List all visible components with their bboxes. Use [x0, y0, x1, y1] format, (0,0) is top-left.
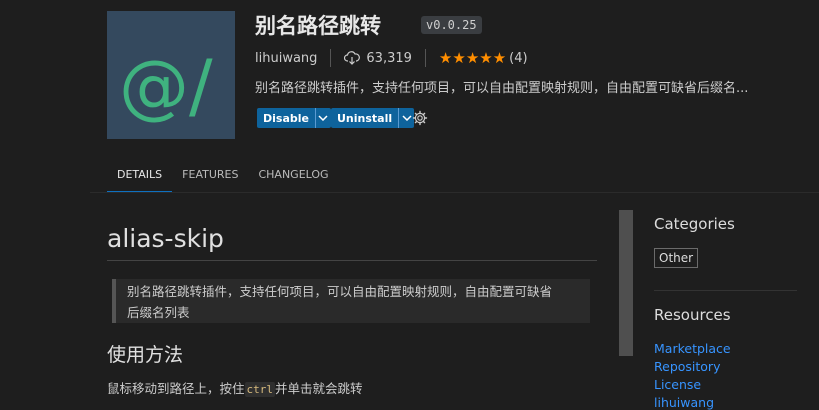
extension-description: 别名路径跳转插件，支持任何项目，可以自由配置映射规则，自由配置可缺省后缀名...: [255, 81, 749, 96]
disable-button[interactable]: Disable: [257, 108, 331, 128]
extension-title: 别名路径跳转: [255, 14, 381, 38]
tab-divider: [90, 192, 819, 193]
version-badge: v0.0.25: [421, 16, 482, 34]
uninstall-label[interactable]: Uninstall: [331, 108, 398, 128]
chevron-down-icon[interactable]: [316, 108, 331, 128]
star-icon: ★: [438, 48, 453, 67]
separator: [330, 49, 332, 67]
star-icon: ★: [452, 48, 466, 67]
categories-heading: Categories: [654, 215, 735, 233]
star-icon: ★: [479, 48, 493, 67]
repository-link[interactable]: Repository: [654, 359, 720, 374]
usage-text: 鼠标移动到路径上，按住: [107, 381, 245, 396]
install-count: 63,319: [344, 51, 412, 66]
marketplace-link[interactable]: Marketplace: [654, 341, 731, 356]
readme-blockquote: 别名路径跳转插件，支持任何项目，可以自由配置映射规则，自由配置可缺省 后缀名列表: [112, 279, 590, 323]
tab-bar: DETAILS FEATURES CHANGELOG: [107, 159, 339, 192]
sidebar-divider: [654, 290, 797, 291]
usage-text: 并单击就会跳转: [275, 381, 363, 396]
heading-rule: [107, 260, 597, 261]
publisher-link[interactable]: lihuiwang: [255, 51, 317, 66]
cloud-download-icon: [344, 51, 361, 65]
readme-title: alias-skip: [107, 224, 224, 253]
inline-code: ctrl: [244, 382, 276, 397]
resources-heading: Resources: [654, 306, 731, 324]
gear-icon[interactable]: [412, 110, 428, 126]
rating-count: (4): [509, 50, 528, 66]
star-icon: ★: [492, 48, 507, 67]
extension-logo: @/: [107, 11, 235, 139]
rating[interactable]: ★ ★ ★ ★ ★ (4): [438, 48, 528, 67]
star-icon: ★: [465, 48, 480, 67]
tab-changelog[interactable]: CHANGELOG: [248, 159, 338, 192]
meta-row: lihuiwang 63,319 ★ ★ ★ ★ ★ (4): [255, 48, 528, 68]
usage-paragraph: 鼠标移动到路径上，按住 ctrl 并单击就会跳转: [107, 378, 363, 397]
download-count: 63,319: [366, 50, 412, 66]
author-link[interactable]: lihuiwang: [654, 395, 714, 410]
quote-line: 后缀名列表: [127, 305, 190, 320]
license-link[interactable]: License: [654, 377, 701, 392]
tab-features[interactable]: FEATURES: [172, 159, 248, 192]
scrollbar-thumb[interactable]: [619, 210, 633, 356]
tab-details[interactable]: DETAILS: [107, 159, 173, 192]
category-tag[interactable]: Other: [654, 248, 699, 268]
uninstall-button[interactable]: Uninstall: [331, 108, 415, 128]
quote-line: 别名路径跳转插件，支持任何项目，可以自由配置映射规则，自由配置可缺省: [127, 284, 553, 299]
separator: [424, 49, 426, 67]
disable-label[interactable]: Disable: [257, 108, 315, 128]
logo-text: @/: [119, 45, 213, 127]
usage-heading: 使用方法: [107, 344, 184, 366]
